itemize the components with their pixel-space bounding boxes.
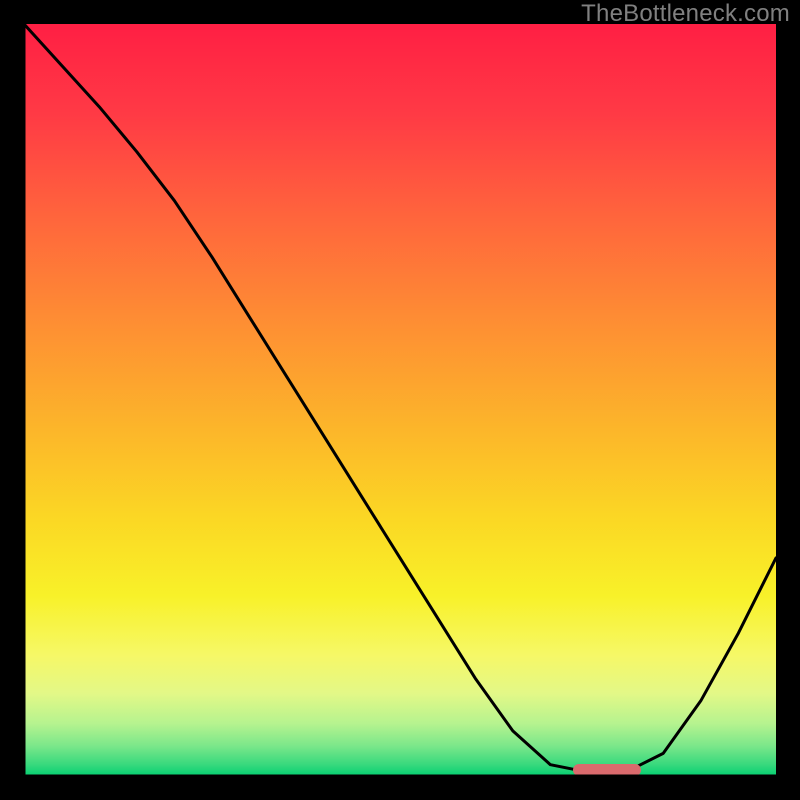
optimal-range-marker xyxy=(573,764,641,776)
chart-frame: TheBottleneck.com xyxy=(0,0,800,800)
bottleneck-curve xyxy=(24,24,776,776)
watermark-text: TheBottleneck.com xyxy=(581,0,790,28)
